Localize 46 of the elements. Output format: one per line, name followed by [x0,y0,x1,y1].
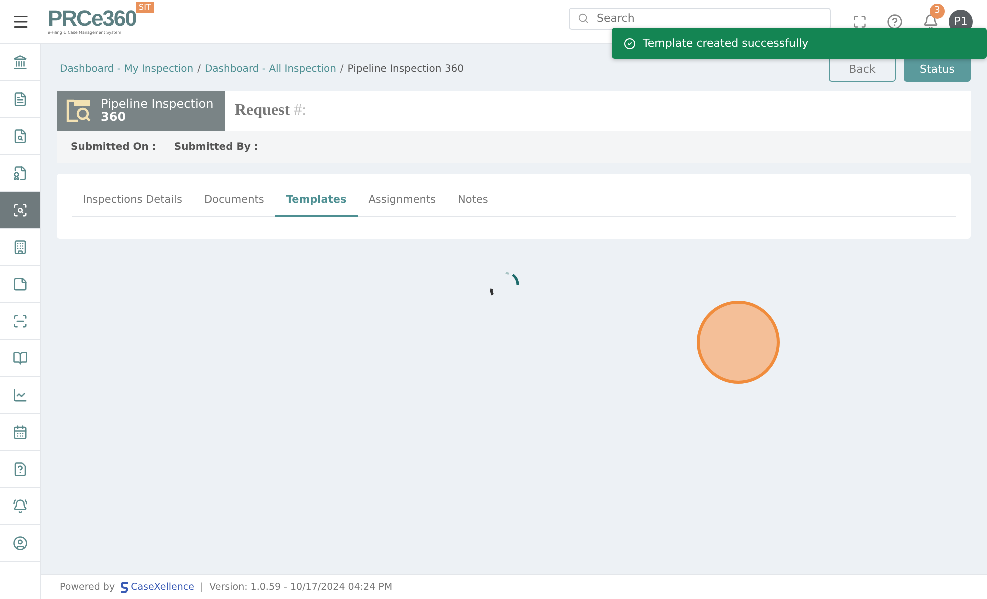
inspection-type-number: 360 [101,111,126,124]
building-icon [12,240,28,254]
breadcrumb-separator: / [198,64,201,74]
check-icon [624,38,636,50]
document-icon [12,92,28,106]
book-icon [12,350,28,366]
line-chart-icon [12,388,28,402]
environment-badge: SIT [136,2,154,13]
tab[interactable]: Templates [275,190,358,217]
submitted-on-label: Submitted On : [71,142,156,152]
file-question-icon [12,462,28,476]
notification-count: 3 [930,4,945,18]
casexellence-logo: CaseXellence [121,582,194,592]
scan-icon [12,314,28,328]
user-icon [12,536,28,550]
breadcrumb-link[interactable]: Dashboard - My Inspection [60,64,194,74]
help-icon[interactable] [887,14,903,30]
toast-message: Template created successfully [643,37,809,50]
version-text: Version: 1.0.59 - 10/17/2024 04:24 PM [210,582,393,592]
inspection-icon [65,98,93,124]
breadcrumb-link[interactable]: Dashboard - All Inspection [204,64,336,74]
tab[interactable]: Documents [193,190,276,217]
file-badge-icon [12,166,28,180]
request-label: Request [235,102,290,120]
calendar-icon [12,424,28,440]
sidebar-item[interactable] [0,192,40,229]
submitted-by-label: Submitted By : [174,142,258,152]
ringing-bell-icon [12,498,28,514]
logo-text: PRCe360 [48,8,136,30]
fullscreen-icon[interactable] [853,14,867,28]
note-icon [12,276,28,292]
tab[interactable]: Assignments [358,190,448,217]
powered-by-text: Powered by [60,582,116,592]
tab[interactable]: Inspections Details [72,190,194,217]
inspection-type: Pipeline Inspection [101,98,214,111]
tab[interactable]: Notes [447,190,500,217]
file-search-icon [12,128,28,144]
scan-search-icon [12,202,28,218]
breadcrumb-current-page: Pipeline Inspection 360 [348,64,464,74]
bank-icon [12,54,28,70]
request-number-mark: #: [294,102,307,120]
footer-separator: | [200,582,204,592]
search-icon [578,13,589,24]
notification-bell-icon[interactable] [923,14,939,30]
breadcrumb-separator: / [340,64,344,74]
search-input[interactable]: Search [595,11,795,26]
